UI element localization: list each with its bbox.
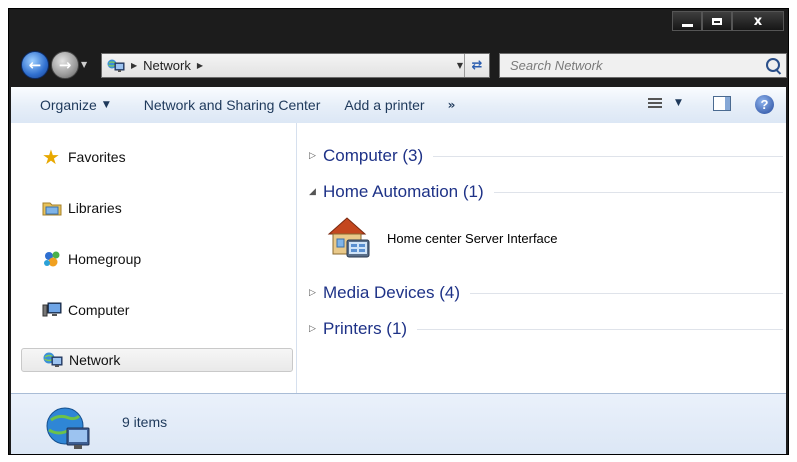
address-bar[interactable]: ▶ Network ▶ ▼ ⇄ bbox=[101, 53, 490, 78]
group-divider bbox=[493, 191, 783, 193]
command-bar: Organize ▼ Network and Sharing Center Ad… bbox=[11, 87, 786, 124]
network-sharing-center-button[interactable]: Network and Sharing Center bbox=[135, 97, 330, 113]
view-dropdown[interactable]: ▼ bbox=[675, 98, 682, 108]
group-printers[interactable]: ▷ Printers (1) bbox=[309, 318, 783, 340]
organize-button[interactable]: Organize ▼ bbox=[31, 97, 119, 113]
star-icon: ★ bbox=[42, 145, 60, 169]
back-button[interactable]: ← bbox=[21, 51, 49, 79]
refresh-icon: ⇄ bbox=[471, 58, 483, 73]
chevron-down-icon: ▼ bbox=[102, 100, 110, 110]
computer-icon bbox=[42, 301, 62, 319]
more-commands-button[interactable]: » bbox=[440, 98, 464, 112]
group-computer[interactable]: ▷ Computer (3) bbox=[309, 145, 783, 167]
nav-item-label: Libraries bbox=[68, 200, 122, 216]
group-label: Printers (1) bbox=[323, 319, 408, 338]
nav-item-label: Computer bbox=[68, 302, 130, 318]
expand-arrow-icon[interactable]: ▷ bbox=[309, 151, 323, 161]
forward-arrow-icon: → bbox=[58, 56, 72, 74]
libraries-icon bbox=[42, 199, 62, 217]
item-label: Home center Server Interface bbox=[387, 230, 558, 246]
navigation-pane: ★ Favorites Libraries Homegroup Computer… bbox=[11, 123, 297, 393]
group-divider bbox=[417, 328, 783, 330]
nav-item-libraries[interactable]: Libraries bbox=[21, 196, 293, 220]
search-input[interactable] bbox=[508, 57, 762, 74]
explorer-window: x ← → ▼ ▶ Network ▶ ▼ ⇄ Search Network O… bbox=[8, 8, 789, 455]
nav-item-label: Network bbox=[69, 352, 121, 368]
minimize-button[interactable] bbox=[672, 11, 702, 31]
network-icon bbox=[43, 351, 63, 369]
nav-item-homegroup[interactable]: Homegroup bbox=[21, 247, 293, 271]
group-divider bbox=[470, 292, 783, 294]
nav-item-network[interactable]: Network bbox=[21, 348, 293, 372]
group-home-automation[interactable]: ◢ Home Automation (1) bbox=[309, 181, 783, 203]
nav-item-label: Favorites bbox=[68, 149, 126, 165]
nav-item-favorites[interactable]: ★ Favorites bbox=[21, 145, 293, 169]
group-divider bbox=[433, 155, 783, 157]
recent-pages-dropdown[interactable]: ▼ bbox=[81, 60, 87, 69]
preview-pane-icon[interactable] bbox=[713, 96, 731, 111]
expand-arrow-icon[interactable]: ▷ bbox=[309, 288, 323, 298]
nav-item-label: Homegroup bbox=[68, 251, 142, 267]
nav-item-computer[interactable]: Computer bbox=[21, 298, 293, 322]
add-printer-label: Add a printer bbox=[344, 97, 425, 113]
organize-label: Organize bbox=[40, 97, 97, 113]
back-arrow-icon: ← bbox=[28, 56, 42, 74]
breadcrumb-separator[interactable]: ▶ bbox=[197, 61, 203, 70]
minimize-icon bbox=[681, 23, 693, 27]
search-box[interactable] bbox=[499, 53, 787, 78]
group-label: Home Automation (1) bbox=[323, 182, 484, 201]
breadcrumb-separator[interactable]: ▶ bbox=[131, 61, 137, 70]
close-icon: x bbox=[753, 13, 763, 29]
network-sharing-label: Network and Sharing Center bbox=[143, 97, 321, 113]
help-icon[interactable]: ? bbox=[755, 95, 774, 114]
content-pane: ▷ Computer (3) ◢ Home Automation (1) Hom… bbox=[297, 123, 786, 393]
network-icon bbox=[107, 59, 125, 73]
add-printer-button[interactable]: Add a printer bbox=[335, 97, 433, 113]
group-media-devices[interactable]: ▷ Media Devices (4) bbox=[309, 282, 783, 304]
expand-arrow-icon[interactable]: ▷ bbox=[309, 324, 323, 334]
search-icon[interactable] bbox=[766, 58, 780, 72]
details-pane: 9 items bbox=[11, 393, 786, 454]
group-label: Computer (3) bbox=[323, 146, 424, 165]
maximize-button[interactable] bbox=[702, 11, 732, 31]
collapse-arrow-icon[interactable]: ◢ bbox=[309, 187, 323, 197]
item-home-center-server[interactable]: Home center Server Interface bbox=[325, 213, 625, 263]
network-globe-icon bbox=[46, 407, 90, 449]
group-label: Media Devices (4) bbox=[323, 283, 460, 302]
breadcrumb-network[interactable]: Network bbox=[143, 58, 191, 73]
navigation-row: ← → ▼ ▶ Network ▶ ▼ ⇄ bbox=[9, 49, 788, 83]
address-dropdown[interactable]: ▼ bbox=[457, 61, 463, 70]
refresh-button[interactable]: ⇄ bbox=[464, 54, 489, 77]
item-count: 9 items bbox=[122, 414, 168, 430]
caption-buttons: x bbox=[672, 11, 784, 33]
homegroup-icon bbox=[42, 250, 62, 268]
close-button[interactable]: x bbox=[732, 11, 784, 31]
maximize-icon bbox=[712, 17, 722, 25]
forward-button[interactable]: → bbox=[51, 51, 79, 79]
home-server-icon bbox=[327, 217, 370, 258]
change-view-icon[interactable] bbox=[648, 98, 662, 112]
